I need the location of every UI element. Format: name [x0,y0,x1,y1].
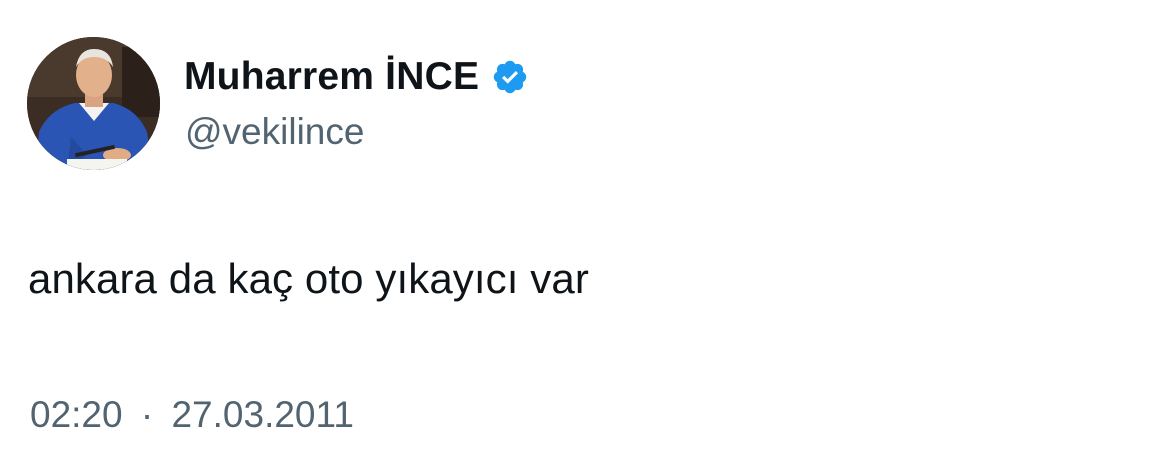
author-name-row: Muharrem İNCE [184,54,529,100]
verified-badge-icon [491,58,529,96]
tweet-meta: 02:20 · 27.03.2011 [30,394,354,436]
meta-separator: · [140,394,154,435]
tweet-date[interactable]: 27.03.2011 [171,394,353,435]
tweet-text: ankara da kaç oto yıkayıcı var [28,255,589,302]
tweet-time[interactable]: 02:20 [30,394,123,435]
avatar-photo [27,37,160,170]
author-handle[interactable]: @vekilince [185,111,364,153]
author-display-name[interactable]: Muharrem İNCE [184,55,479,99]
tweet-card: Muharrem İNCE @vekilince ankara da kaç o… [0,0,1170,467]
avatar[interactable] [27,37,160,170]
